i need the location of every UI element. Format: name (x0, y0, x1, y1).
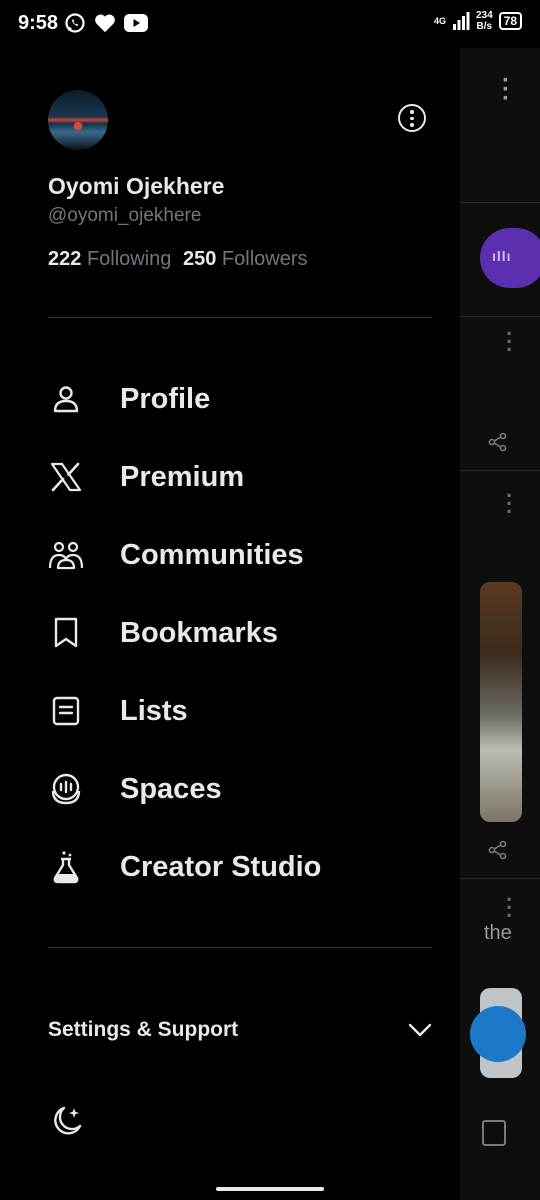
spaces-icon (48, 771, 84, 807)
menu-item-lists[interactable]: Lists (48, 672, 432, 750)
menu-label: Communities (120, 538, 304, 571)
menu-item-communities[interactable]: Communities (48, 516, 432, 594)
drawer-menu: Profile Premium Communities Bookmarks Li… (48, 360, 432, 906)
divider (48, 317, 432, 318)
person-icon (48, 381, 84, 417)
following-count: 222 (48, 248, 82, 270)
status-time: 9:58 (18, 12, 59, 34)
profile-name[interactable]: Oyomi Ojekhere (48, 173, 224, 200)
heart-icon (95, 14, 115, 33)
profile-handle: @oyomi_ojekhere (48, 205, 202, 226)
avatar[interactable] (48, 90, 108, 150)
whatsapp-icon (65, 13, 85, 33)
status-bar: 9:58 4G 234 B/s 78 (0, 0, 540, 48)
settings-support-toggle[interactable]: Settings & Support (48, 1005, 432, 1055)
navigation-drawer: Oyomi Ojekhere @oyomi_ojekhere 222 Follo… (0, 0, 460, 1200)
share-icon (488, 840, 507, 860)
spaces-fab: ıllı (480, 228, 540, 288)
network-speed: 234 B/s (476, 10, 493, 32)
battery-indicator: 78 (498, 12, 522, 30)
divider (48, 947, 432, 948)
followers-label: Followers (221, 248, 308, 270)
x-logo-icon (48, 459, 84, 495)
home-indicator[interactable] (216, 1187, 324, 1191)
follow-stats: 222 Following 250 Followers (48, 248, 308, 271)
following-label: Following (86, 248, 172, 270)
bookmark-icon (48, 615, 84, 651)
feed-post-image (480, 582, 522, 822)
feed-divider (460, 470, 540, 471)
feed-post-more-icon: · · · (506, 321, 514, 362)
followers-count: 250 (182, 248, 217, 270)
feed-more-icon: · · · (502, 67, 510, 112)
following-link[interactable]: 222 Following (48, 248, 177, 270)
menu-label: Premium (120, 460, 245, 493)
menu-item-creator-studio[interactable]: Creator Studio (48, 828, 432, 906)
chevron-down-icon (408, 1023, 432, 1037)
menu-item-spaces[interactable]: Spaces (48, 750, 432, 828)
menu-label: Spaces (120, 772, 222, 805)
account-options-icon[interactable] (398, 104, 426, 132)
menu-label: Creator Studio (120, 850, 322, 883)
feed-divider (460, 316, 540, 317)
moon-icon[interactable] (48, 1104, 84, 1140)
feed-divider (460, 202, 540, 203)
communities-icon (48, 537, 84, 573)
menu-label: Lists (120, 694, 188, 727)
youtube-icon (124, 14, 148, 32)
signal-icon (452, 12, 470, 30)
menu-label: Bookmarks (120, 616, 278, 649)
network-type: 4G (433, 16, 446, 26)
menu-item-premium[interactable]: Premium (48, 438, 432, 516)
messages-icon (482, 1120, 506, 1146)
speed-value: 234 (475, 10, 493, 21)
notification-icons (64, 12, 148, 34)
system-indicators: 4G 234 B/s 78 (434, 10, 522, 32)
feed-post-more-icon: · · · (506, 887, 514, 928)
lists-icon (48, 693, 84, 729)
share-icon (488, 432, 507, 452)
feed-divider (460, 878, 540, 879)
speed-unit: B/s (476, 21, 493, 32)
background-feed: · · · ıllı · · · · · · · · · the (460, 48, 540, 1200)
feed-post-more-icon: · · · (506, 483, 514, 524)
menu-item-profile[interactable]: Profile (48, 360, 432, 438)
followers-link[interactable]: 250 Followers (183, 248, 308, 270)
feed-partial-text: the (484, 922, 512, 944)
flask-icon (48, 849, 84, 885)
compose-fab (470, 988, 526, 1078)
menu-label: Profile (120, 382, 211, 415)
settings-label: Settings & Support (48, 1018, 239, 1041)
menu-item-bookmarks[interactable]: Bookmarks (48, 594, 432, 672)
